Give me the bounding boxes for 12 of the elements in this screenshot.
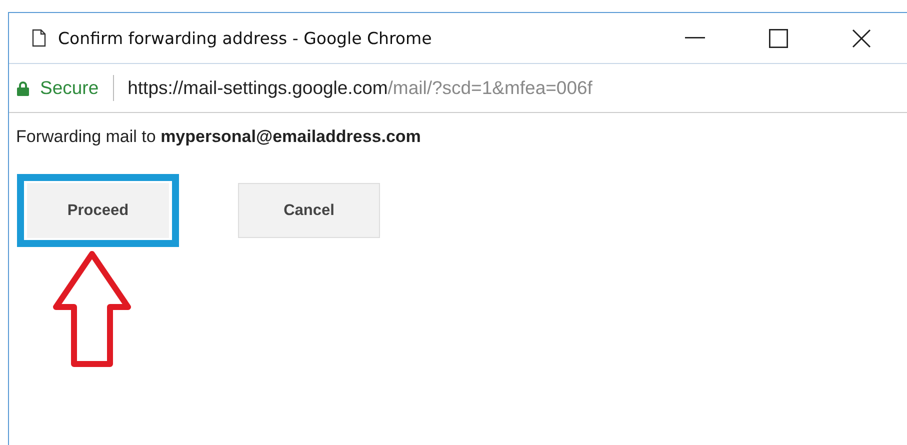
dialog-button[interactable]: Proceed [27,183,169,238]
dialog-button[interactable]: Cancel [238,183,380,238]
up-arrow-icon [52,251,132,369]
minimize-icon[interactable] [685,37,705,39]
secure-label: Secure [40,77,99,99]
maximize-icon[interactable] [769,28,788,48]
message-text: Forwarding mail to mypersonal@emailaddress.com [16,127,422,147]
url-text[interactable]: https://mail-settings.google.com/mail/?scd=1&mfea=006f [128,77,592,99]
close-icon[interactable] [852,28,871,48]
lock-icon [17,80,29,96]
page-icon [32,29,46,47]
window-title: Confirm forwarding address - Google Chrome [58,28,432,48]
